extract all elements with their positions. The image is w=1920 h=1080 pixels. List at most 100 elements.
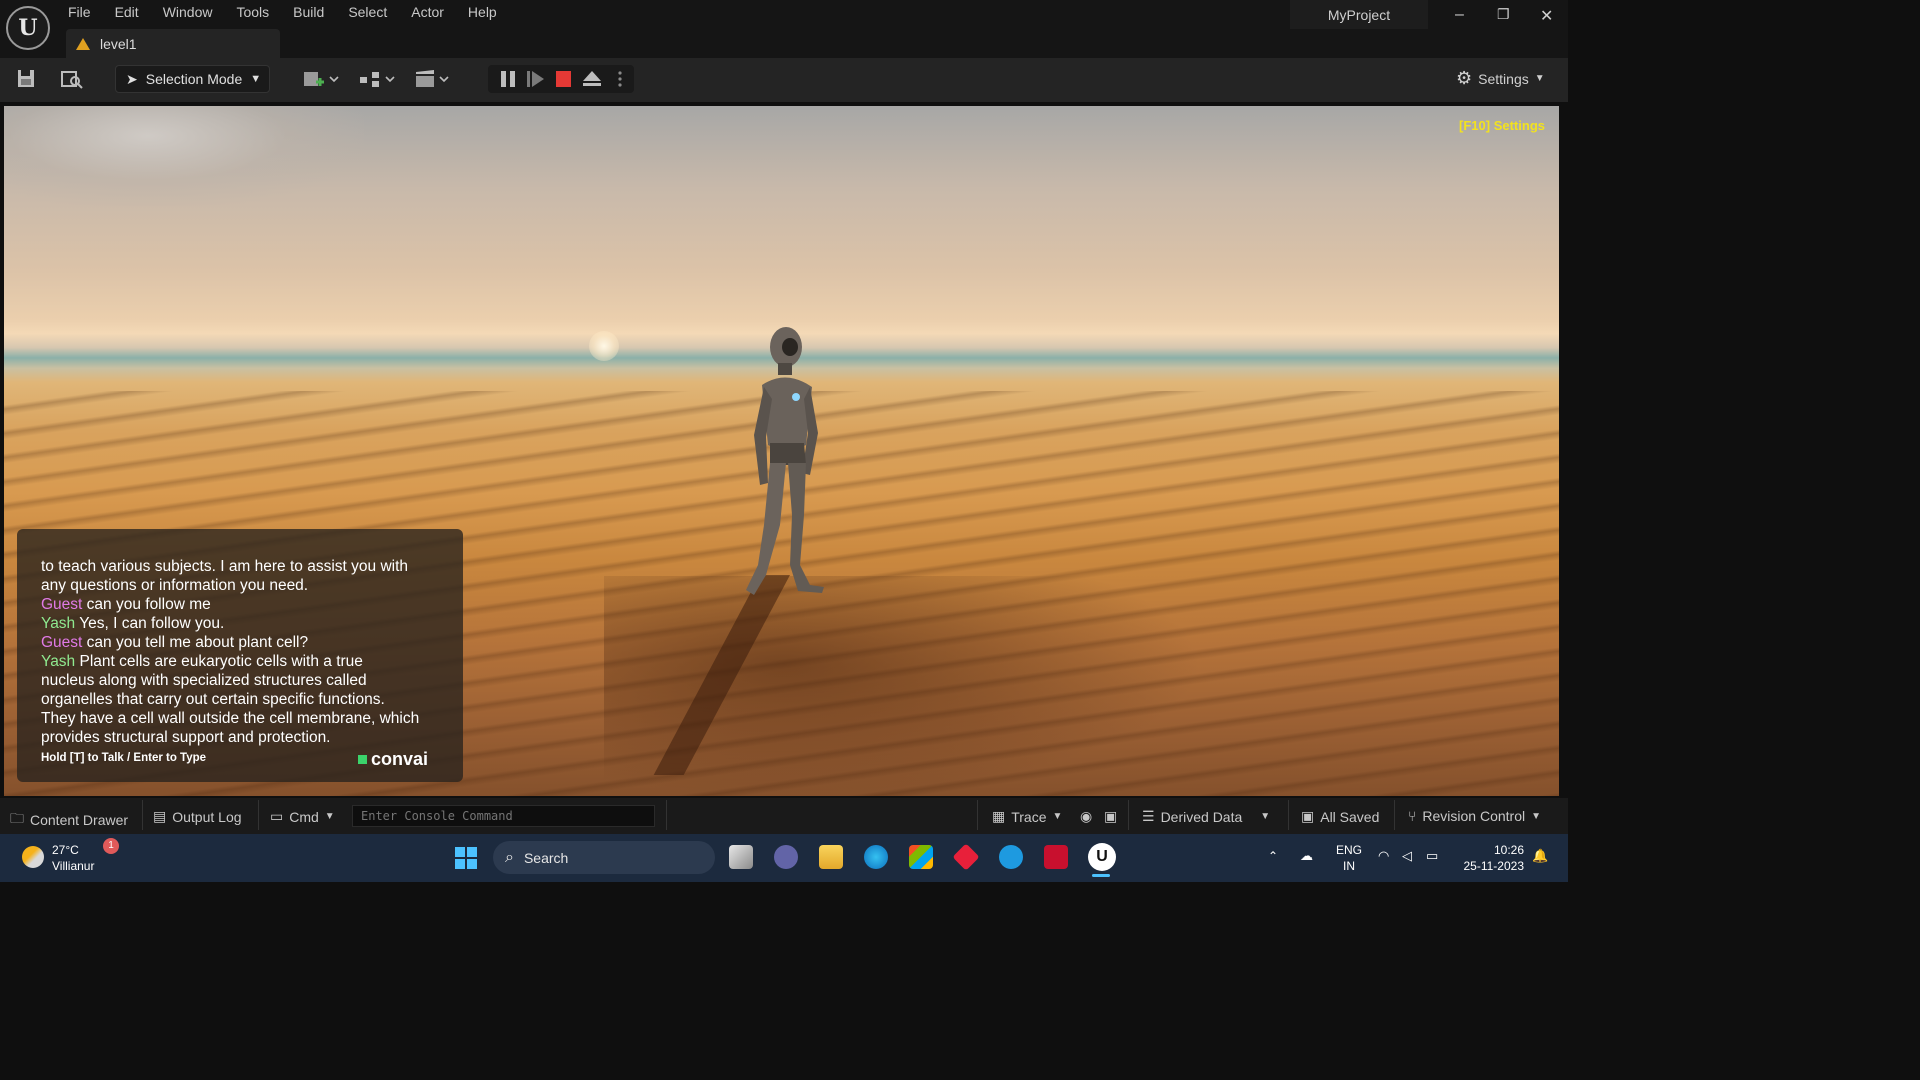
file-explorer-icon[interactable] bbox=[819, 845, 843, 869]
chat-line: provides structural support and protecti… bbox=[41, 729, 331, 746]
all-saved-label: All Saved bbox=[1320, 808, 1380, 825]
stop-icon[interactable] bbox=[552, 68, 576, 90]
content-drawer-icon: 🗀 bbox=[10, 810, 24, 826]
trace-dropdown[interactable]: ▦ Trace ▼ bbox=[992, 808, 1062, 825]
close-button[interactable]: ✕ bbox=[1540, 6, 1553, 26]
save-status-button[interactable]: ▣ All Saved bbox=[1301, 808, 1379, 825]
settings-button[interactable]: ⚙ Settings ▼ bbox=[1456, 68, 1545, 89]
divider bbox=[666, 800, 667, 830]
selection-mode-label: Selection Mode bbox=[145, 71, 243, 87]
cmd-label: Cmd bbox=[289, 808, 319, 825]
saved-icon: ▣ bbox=[1301, 808, 1315, 824]
weather-icon[interactable] bbox=[22, 846, 44, 868]
menu-bar: File Edit Window Tools Build Select Acto… bbox=[68, 4, 521, 20]
chevron-down-icon: ▼ bbox=[324, 811, 335, 822]
chat-line: Guest can you follow me bbox=[41, 596, 211, 613]
sun bbox=[589, 331, 619, 361]
step-frame-icon[interactable] bbox=[524, 68, 548, 90]
unreal-logo-icon[interactable]: U bbox=[6, 6, 50, 50]
clock[interactable]: 10:26 25-11-2023 bbox=[1460, 842, 1525, 874]
convai-logo: convai bbox=[358, 749, 428, 770]
chat-line: organelles that carry out certain specif… bbox=[41, 691, 385, 708]
mcafee-icon[interactable] bbox=[1044, 845, 1068, 869]
level-tab[interactable]: level1 bbox=[66, 29, 280, 58]
language-indicator[interactable]: ENG IN bbox=[1336, 842, 1362, 874]
record-icon: ◉ bbox=[1080, 808, 1093, 824]
tray-overflow-icon[interactable]: ⌃ bbox=[1268, 848, 1278, 864]
blueprint-icon[interactable] bbox=[358, 68, 398, 90]
speaker-yash: Yash bbox=[41, 653, 76, 670]
add-actor-icon[interactable] bbox=[302, 68, 342, 90]
more-options-icon[interactable] bbox=[610, 68, 630, 90]
teams-chat-icon[interactable] bbox=[774, 845, 798, 869]
robot-character bbox=[746, 327, 824, 595]
task-view-icon[interactable] bbox=[729, 845, 753, 869]
console-command-input[interactable] bbox=[352, 805, 655, 827]
unreal-engine-taskbar-icon[interactable]: U bbox=[1088, 843, 1116, 871]
divider bbox=[1394, 800, 1395, 830]
insights-button[interactable]: ◉ bbox=[1080, 808, 1092, 825]
divider bbox=[258, 800, 259, 830]
level-tab-label: level1 bbox=[100, 35, 137, 52]
output-log-button[interactable]: ▤ Output Log bbox=[153, 808, 242, 825]
chat-line: to teach various subjects. I am here to … bbox=[41, 558, 409, 575]
pause-icon[interactable] bbox=[496, 68, 520, 90]
convai-brand: convai bbox=[371, 749, 429, 769]
date: 25-11-2023 bbox=[1463, 859, 1525, 873]
lang-primary: ENG bbox=[1336, 843, 1363, 857]
revision-control-dropdown[interactable]: ⑂ Revision Control ▼ bbox=[1408, 808, 1541, 824]
edge-browser-icon[interactable] bbox=[864, 845, 888, 869]
divider bbox=[1128, 800, 1129, 830]
selection-mode-dropdown[interactable]: ➤ Selection Mode ▼ bbox=[115, 65, 270, 93]
eject-icon[interactable] bbox=[580, 68, 604, 90]
temperature: 27°C bbox=[52, 843, 79, 857]
project-name: MyProject bbox=[1290, 0, 1428, 29]
windows-start-icon[interactable] bbox=[454, 846, 478, 870]
derived-data-label: Derived Data bbox=[1160, 808, 1243, 825]
search-icon: ⌕ bbox=[505, 848, 514, 866]
volume-icon[interactable]: ◁ bbox=[1402, 848, 1412, 864]
derived-data-dropdown[interactable]: ☰ Derived Data ▼ bbox=[1142, 808, 1270, 825]
minimize-button[interactable]: – bbox=[1455, 6, 1464, 24]
chat-line: They have a cell wall outside the cell m… bbox=[41, 710, 420, 727]
f10-settings-label[interactable]: [F10] Settings bbox=[1459, 118, 1545, 133]
save-icon[interactable] bbox=[15, 68, 39, 90]
convai-mark-icon bbox=[358, 755, 367, 764]
speaker-guest: Guest bbox=[41, 596, 83, 613]
battery-icon[interactable]: ▭ bbox=[1426, 848, 1438, 864]
menu-help[interactable]: Help bbox=[468, 4, 509, 20]
menu-tools[interactable]: Tools bbox=[236, 4, 281, 20]
notification-bell-icon[interactable]: 🔔 bbox=[1532, 848, 1548, 864]
chat-line: Yash Plant cells are eukaryotic cells wi… bbox=[41, 653, 363, 670]
chat-line: Yash Yes, I can follow you. bbox=[41, 615, 225, 632]
sand-shadow bbox=[604, 576, 1204, 796]
menu-actor[interactable]: Actor bbox=[411, 4, 456, 20]
menu-build[interactable]: Build bbox=[293, 4, 336, 20]
chevron-down-icon: ▼ bbox=[1534, 73, 1545, 84]
cmd-dropdown[interactable]: ▭ Cmd ▼ bbox=[270, 808, 335, 825]
browse-icon[interactable] bbox=[60, 68, 84, 90]
terminal-icon: ▭ bbox=[270, 808, 284, 824]
store-icon[interactable] bbox=[909, 845, 933, 869]
gear-icon: ⚙ bbox=[1456, 68, 1473, 88]
menu-select[interactable]: Select bbox=[348, 4, 399, 20]
chat-line: Guest can you tell me about plant cell? bbox=[41, 634, 309, 651]
speaker-guest: Guest bbox=[41, 634, 83, 651]
weather-widget[interactable]: 27°C Villianur bbox=[52, 842, 94, 874]
settings-label: Settings bbox=[1478, 70, 1529, 87]
onedrive-icon[interactable]: ☁ bbox=[1300, 848, 1313, 864]
content-drawer-button[interactable]: 🗀 Content Drawer bbox=[10, 808, 128, 832]
location: Villianur bbox=[52, 859, 95, 873]
menu-edit[interactable]: Edit bbox=[115, 4, 151, 20]
taskbar-search[interactable]: ⌕ Search bbox=[493, 841, 715, 874]
restore-button[interactable]: ❐ bbox=[1497, 6, 1510, 23]
help-app-icon[interactable] bbox=[999, 845, 1023, 869]
talk-hint: Hold [T] to Talk / Enter to Type bbox=[41, 752, 207, 764]
cloud bbox=[4, 106, 364, 206]
menu-file[interactable]: File bbox=[68, 4, 103, 20]
screenshot-button[interactable]: ▣ bbox=[1104, 808, 1117, 825]
level-icon bbox=[76, 37, 90, 50]
menu-window[interactable]: Window bbox=[163, 4, 225, 20]
wifi-icon[interactable]: ◠ bbox=[1378, 848, 1389, 864]
cinematics-icon[interactable] bbox=[414, 68, 454, 90]
